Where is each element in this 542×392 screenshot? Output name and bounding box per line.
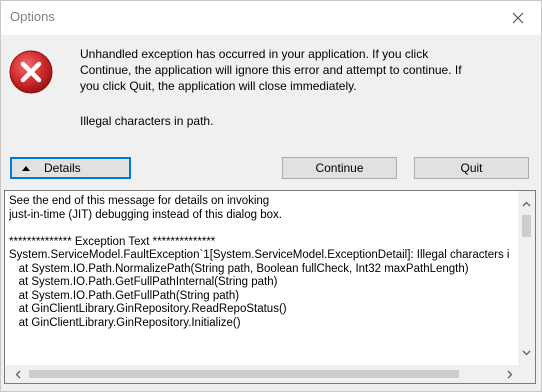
message-line: you click Quit, the application will clo… (80, 79, 357, 93)
vertical-scrollbar[interactable] (518, 191, 535, 365)
error-message: Unhandled exception has occurred in your… (80, 46, 520, 94)
continue-button-label: Continue (315, 161, 364, 175)
details-text: See the end of this message for details … (9, 195, 509, 329)
chevron-up-icon (522, 201, 531, 206)
close-icon (512, 12, 524, 24)
exception-summary: Illegal characters in path. (80, 114, 214, 128)
details-button-label: Details (44, 161, 81, 175)
scroll-up-button[interactable] (518, 195, 535, 212)
scroll-right-button[interactable] (501, 365, 518, 383)
scroll-down-button[interactable] (518, 344, 535, 361)
title-bar: Options (1, 1, 541, 35)
continue-button[interactable]: Continue (282, 157, 397, 179)
chevron-down-icon (522, 350, 531, 355)
quit-button[interactable]: Quit (414, 157, 529, 179)
chevron-left-icon (15, 370, 20, 378)
chevron-right-icon (507, 370, 512, 378)
window-title: Options (10, 9, 55, 24)
vertical-scroll-thumb[interactable] (522, 215, 531, 237)
details-button[interactable]: Details (10, 157, 131, 179)
message-line: Continue, the application will ignore th… (80, 63, 462, 77)
error-icon (9, 50, 53, 94)
scroll-left-button[interactable] (9, 365, 26, 383)
details-textbox[interactable]: See the end of this message for details … (4, 190, 536, 384)
horizontal-scrollbar[interactable] (5, 365, 518, 383)
horizontal-scroll-thumb[interactable] (29, 370, 459, 378)
scrollbar-corner (518, 365, 535, 383)
options-dialog: Options Unhandled exception has occurred… (0, 0, 542, 392)
collapse-arrow-icon (22, 165, 30, 171)
close-button[interactable] (495, 1, 541, 35)
quit-button-label: Quit (460, 161, 483, 175)
message-line: Unhandled exception has occurred in your… (80, 47, 429, 61)
